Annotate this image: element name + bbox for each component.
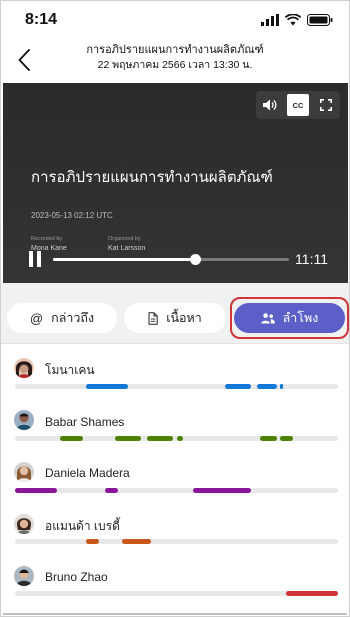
tab-bar: @ กล่าวถึง เนื้อหา ลำโพง	[1, 283, 349, 343]
video-title: การอภิปรายแผนการทำงานผลิตภัณฑ์	[31, 169, 273, 186]
volume-button[interactable]	[259, 94, 281, 116]
header-titles: การอภิปรายแผนการทำงานผลิตภัณฑ์ 22 พฤษภาค…	[53, 43, 297, 73]
avatar	[14, 410, 34, 430]
speaking-segment[interactable]	[86, 539, 99, 544]
avatar	[14, 514, 34, 534]
page-subtitle: 22 พฤษภาคม 2566 เวลา 13:30 น.	[97, 59, 253, 71]
speaking-segment[interactable]	[257, 384, 277, 389]
speaking-segment[interactable]	[279, 436, 293, 441]
recorded-by: Recorded by Mona Kane	[31, 236, 67, 252]
fullscreen-icon	[320, 99, 332, 111]
signal-icon	[261, 13, 279, 31]
speaking-segment[interactable]	[15, 488, 57, 493]
captions-button[interactable]: CC	[287, 94, 309, 116]
speaking-segment[interactable]	[105, 488, 119, 493]
status-bar: 8:14	[1, 1, 349, 39]
at-icon: @	[29, 310, 44, 326]
tab-content[interactable]: เนื้อหา	[124, 303, 226, 333]
avatar	[14, 462, 34, 482]
header: การอภิปรายแผนการทำงานผลิตภัณฑ์ 22 พฤษภาค…	[1, 39, 349, 83]
seek-bar[interactable]	[53, 254, 289, 265]
speaker-name: Bruno Zhao	[45, 570, 108, 584]
speaker-row[interactable]: Babar Shames	[1, 405, 349, 457]
organized-by-name: Kat Larsson	[108, 245, 146, 252]
avatar	[14, 566, 34, 586]
speaking-segment[interactable]	[86, 384, 129, 389]
speaker-name: Babar Shames	[45, 415, 125, 429]
pause-icon	[29, 251, 33, 267]
speaking-segment[interactable]	[286, 591, 338, 596]
speaking-segment[interactable]	[224, 384, 251, 389]
speaker-name: Daniela Madera	[45, 466, 130, 480]
speaker-row[interactable]: Bruno Zhao	[1, 561, 349, 613]
speaker-timeline	[15, 488, 338, 493]
speaker-row[interactable]: โมนาเคน	[1, 353, 349, 405]
pause-button[interactable]	[29, 251, 43, 267]
tab-content-label: เนื้อหา	[166, 311, 202, 325]
status-time: 8:14	[25, 11, 58, 28]
seek-handle[interactable]	[189, 254, 201, 265]
status-icons	[261, 13, 333, 31]
speaker-icon	[263, 99, 277, 111]
tab-mentions-label: กล่าวถึง	[51, 311, 95, 325]
back-button[interactable]	[11, 45, 37, 75]
speaker-row[interactable]: Daniela Madera	[1, 457, 349, 509]
speaker-name: อแมนด้า เบรดี้	[45, 519, 120, 533]
tab-mentions[interactable]: @ กล่าวถึง	[7, 303, 117, 333]
video-time: 11:11	[295, 251, 328, 267]
speaking-segment[interactable]	[192, 488, 251, 493]
page-title: การอภิปรายแผนการทำงานผลิตภัณฑ์	[86, 44, 264, 56]
speaker-row[interactable]: อแมนด้า เบรดี้	[1, 509, 349, 561]
speaking-segment[interactable]	[279, 384, 284, 389]
speaker-timeline	[15, 539, 338, 544]
speaking-segment[interactable]	[60, 436, 83, 441]
speaker-timeline	[15, 436, 338, 441]
speaking-segment[interactable]	[176, 436, 183, 441]
chevron-left-icon	[18, 49, 30, 71]
recorded-by-label: Recorded by	[31, 236, 63, 242]
video-player[interactable]: CC การอภิปรายแผนการทำงานผลิตภัณฑ์ 2023-0…	[3, 83, 348, 283]
organized-by-label: Organized by	[108, 236, 141, 242]
speaker-timeline	[15, 384, 338, 389]
divider	[1, 343, 349, 344]
wifi-icon	[284, 13, 302, 31]
organized-by: Organized by Kat Larsson	[108, 236, 145, 252]
bottom-border	[3, 613, 347, 615]
speaking-segment[interactable]	[121, 539, 151, 544]
seek-progress	[53, 258, 195, 261]
speaking-segment[interactable]	[147, 436, 174, 441]
speaking-segment[interactable]	[260, 436, 277, 441]
battery-icon	[307, 13, 333, 31]
speaker-name: โมนาเคน	[45, 363, 95, 377]
app-frame: 8:14 การอภิปรายแผนการทำงานผลิตภัณฑ์ 22 พ…	[0, 0, 350, 617]
document-icon	[148, 311, 158, 325]
avatar	[14, 358, 34, 378]
speaking-segment[interactable]	[115, 436, 141, 441]
speaker-timeline	[15, 591, 338, 596]
tab-highlight	[230, 297, 349, 339]
fullscreen-button[interactable]	[315, 94, 337, 116]
video-date: 2023-05-13 02:12 UTC	[31, 211, 113, 220]
cc-icon: CC	[287, 94, 309, 116]
video-controls: CC	[256, 91, 340, 119]
